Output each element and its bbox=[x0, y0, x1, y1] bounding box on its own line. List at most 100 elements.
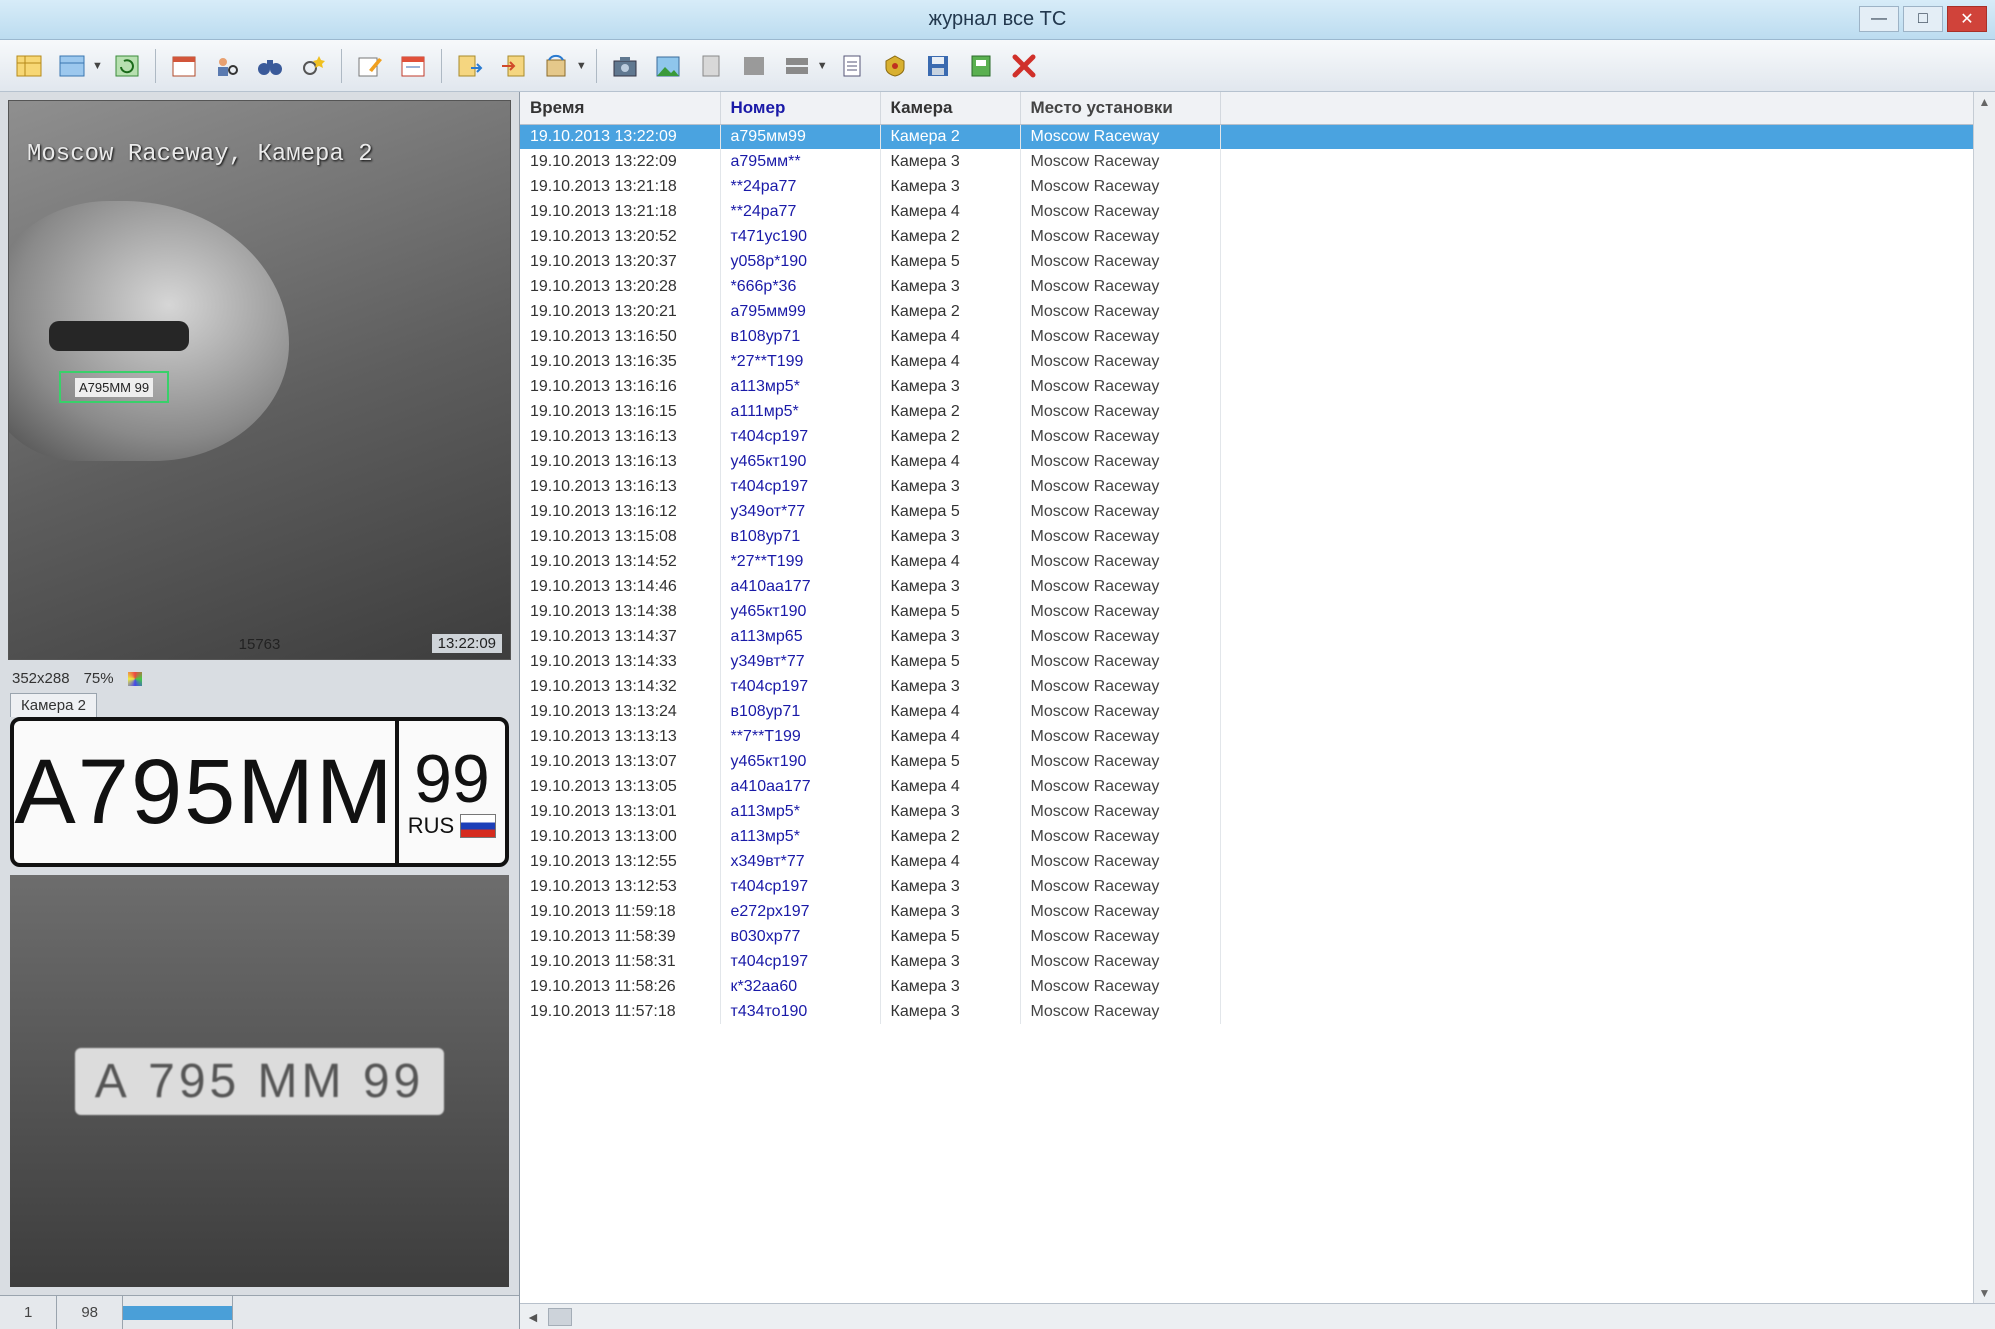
import-icon[interactable] bbox=[494, 47, 532, 85]
horizontal-scrollbar[interactable]: ◄ bbox=[520, 1303, 1995, 1329]
scroll-down-icon[interactable]: ▼ bbox=[1979, 1286, 1991, 1300]
table-row[interactable]: 19.10.2013 13:20:28 *666р*36 Камера 3 Mosco… bbox=[520, 274, 1995, 299]
column-header-number[interactable]: Номер bbox=[720, 92, 881, 125]
document-icon[interactable] bbox=[692, 47, 730, 85]
preview-pane: Moscow Raceway, Камера 2 А795ММ 99 15763… bbox=[0, 92, 520, 1329]
table-row[interactable]: 19.10.2013 11:59:18 е272рх197 Камера 3 Mosc… bbox=[520, 899, 1995, 924]
export-icon[interactable] bbox=[451, 47, 489, 85]
scroll-thumb[interactable] bbox=[547, 1307, 572, 1326]
cell-location: Moscow Raceway bbox=[1020, 649, 1221, 674]
cell-location: Moscow Raceway bbox=[1020, 299, 1221, 324]
table-row[interactable]: 19.10.2013 13:14:46 а410аа177 Камера 3 Mosc… bbox=[520, 574, 1995, 599]
cell-location: Moscow Raceway bbox=[1020, 499, 1221, 524]
cell-number: у465кт190 bbox=[720, 449, 881, 474]
table-row[interactable]: 19.10.2013 11:58:31 т404ср197 Камера 3 Mosc… bbox=[520, 949, 1995, 974]
table-row[interactable]: 19.10.2013 13:16:13 т404ср197 Камера 2 Mosc… bbox=[520, 424, 1995, 449]
search-person-icon[interactable] bbox=[208, 47, 246, 85]
table-row[interactable]: 19.10.2013 13:22:09 а795мм99 Камера 2 Mosco… bbox=[520, 124, 1995, 149]
cell-time: 19.10.2013 13:16:12 bbox=[520, 499, 721, 524]
close-icon[interactable] bbox=[1005, 47, 1043, 85]
table-row[interactable]: 19.10.2013 11:58:39 в030хр77 Камера 5 Mosco… bbox=[520, 924, 1995, 949]
table-row[interactable]: 19.10.2013 13:16:15 а111мр5* Камера 2 Mosco… bbox=[520, 399, 1995, 424]
cell-camera: Камера 2 bbox=[880, 399, 1021, 424]
sync-icon[interactable] bbox=[537, 47, 575, 85]
window-close-button[interactable]: ✕ bbox=[1947, 6, 1987, 32]
cell-time: 19.10.2013 13:22:09 bbox=[520, 149, 721, 174]
cell-time: 19.10.2013 13:21:18 bbox=[520, 174, 721, 199]
chevron-down-icon[interactable]: ▼ bbox=[92, 60, 103, 72]
camera-frame[interactable]: Moscow Raceway, Камера 2 А795ММ 99 15763… bbox=[8, 100, 511, 660]
table-row[interactable]: 19.10.2013 13:16:12 у349от*77 Камера 5 Mosc… bbox=[520, 499, 1995, 524]
table-row[interactable]: 19.10.2013 13:14:37 а113мр65 Камера 3 Mosco… bbox=[520, 624, 1995, 649]
column-header-location[interactable]: Место установки bbox=[1020, 92, 1221, 125]
table-row[interactable]: 19.10.2013 13:14:52 *27**Т199 Камера 4 Mosc… bbox=[520, 549, 1995, 574]
chevron-down-icon[interactable]: ▼ bbox=[817, 60, 828, 72]
table-row[interactable]: 19.10.2013 13:15:08 в108ур71 Камера 3 Mosco… bbox=[520, 524, 1995, 549]
table-dropdown-icon[interactable] bbox=[53, 47, 91, 85]
color-palette-icon[interactable] bbox=[127, 671, 142, 686]
minimize-button[interactable]: — bbox=[1859, 6, 1899, 32]
table-row[interactable]: 19.10.2013 13:22:09 а795мм** Камера 3 Mosco… bbox=[520, 149, 1995, 174]
book-icon[interactable] bbox=[962, 47, 1000, 85]
emblem-icon[interactable] bbox=[876, 47, 914, 85]
table-row[interactable]: 19.10.2013 13:13:05 а410аа177 Камера 4 Mosc… bbox=[520, 774, 1995, 799]
cell-camera: Камера 3 bbox=[880, 974, 1021, 999]
refresh-icon[interactable] bbox=[108, 47, 146, 85]
table-row[interactable]: 19.10.2013 13:21:18 **24ра77 Камера 4 Mosco… bbox=[520, 199, 1995, 224]
log-grid: Время Номер Камера Место установки 19.10… bbox=[520, 92, 1995, 1303]
camera-icon[interactable] bbox=[606, 47, 644, 85]
plate-country-block: RUS bbox=[408, 813, 497, 839]
binoculars-icon[interactable] bbox=[251, 47, 289, 85]
cell-number: **24ра77 bbox=[720, 174, 881, 199]
list-icon[interactable] bbox=[833, 47, 871, 85]
table-row[interactable]: 19.10.2013 13:12:53 т404ср197 Камера 3 Mosc… bbox=[520, 874, 1995, 899]
table-row[interactable]: 19.10.2013 13:13:07 у465кт190 Камера 5 Mosc… bbox=[520, 749, 1995, 774]
table-row[interactable]: 19.10.2013 13:13:24 в108ур71 Камера 4 Mosco… bbox=[520, 699, 1995, 724]
layout-icon[interactable] bbox=[778, 47, 816, 85]
table-row[interactable]: 19.10.2013 13:13:13 **7**Т199 Камера 4 Mosc… bbox=[520, 724, 1995, 749]
scroll-left-icon[interactable]: ◄ bbox=[526, 1309, 540, 1325]
cell-camera: Камера 4 bbox=[880, 699, 1021, 724]
table-row[interactable]: 19.10.2013 13:13:01 а113мр5* Камера 3 Mosco… bbox=[520, 799, 1995, 824]
table-row[interactable]: 19.10.2013 13:21:18 **24ра77 Камера 3 Mosco… bbox=[520, 174, 1995, 199]
vertical-scrollbar[interactable]: ▲ ▼ bbox=[1973, 92, 1995, 1303]
table-row[interactable]: 19.10.2013 13:16:16 а113мр5* Камера 3 Mosco… bbox=[520, 374, 1995, 399]
table-row[interactable]: 19.10.2013 13:20:37 у058р*190 Камера 5 Mosc… bbox=[520, 249, 1995, 274]
grey-square-icon[interactable] bbox=[735, 47, 773, 85]
table-row[interactable]: 19.10.2013 13:16:50 в108ур71 Камера 4 Mosco… bbox=[520, 324, 1995, 349]
cell-camera: Камера 3 bbox=[880, 274, 1021, 299]
table-row[interactable]: 19.10.2013 13:14:32 т404ср197 Камера 3 Mosc… bbox=[520, 674, 1995, 699]
table-row[interactable]: 19.10.2013 13:20:52 т471ус190 Камера 2 Mosc… bbox=[520, 224, 1995, 249]
tab-camera-2[interactable]: Камера 2 bbox=[10, 693, 97, 717]
column-header-time[interactable]: Время bbox=[520, 92, 721, 125]
table-icon[interactable] bbox=[10, 47, 48, 85]
form-icon[interactable] bbox=[394, 47, 432, 85]
table-row[interactable]: 19.10.2013 13:13:00 а113мр5* Камера 2 Mosco… bbox=[520, 824, 1995, 849]
cell-number: в030хр77 bbox=[720, 924, 881, 949]
save-icon[interactable] bbox=[919, 47, 957, 85]
table-row[interactable]: 19.10.2013 11:58:26 к*32аа60 Камера 3 Mosco… bbox=[520, 974, 1995, 999]
cell-blank bbox=[1220, 499, 1995, 524]
cell-blank bbox=[1220, 924, 1995, 949]
scroll-up-icon[interactable]: ▲ bbox=[1979, 95, 1991, 109]
cell-blank bbox=[1220, 224, 1995, 249]
table-row[interactable]: 19.10.2013 11:57:18 т434то190 Камера 3 Mosc… bbox=[520, 999, 1995, 1024]
toolbar-separator bbox=[340, 48, 342, 83]
chevron-down-icon[interactable]: ▼ bbox=[576, 60, 587, 72]
cell-location: Moscow Raceway bbox=[1020, 199, 1221, 224]
title-bar[interactable]: журнал все ТС — □ ✕ bbox=[0, 0, 1995, 40]
calendar-icon[interactable] bbox=[165, 47, 203, 85]
column-header-camera[interactable]: Камера bbox=[880, 92, 1021, 125]
cell-number: у465кт190 bbox=[720, 599, 881, 624]
table-row[interactable]: 19.10.2013 13:16:13 т404ср197 Камера 3 Mosc… bbox=[520, 474, 1995, 499]
edit-icon[interactable] bbox=[351, 47, 389, 85]
table-row[interactable]: 19.10.2013 13:14:33 у349вт*77 Камера 5 Mosc… bbox=[520, 649, 1995, 674]
table-row[interactable]: 19.10.2013 13:16:13 у465кт190 Камера 4 Mosc… bbox=[520, 449, 1995, 474]
search-star-icon[interactable] bbox=[294, 47, 332, 85]
maximize-button[interactable]: □ bbox=[1903, 6, 1943, 32]
table-row[interactable]: 19.10.2013 13:12:55 х349вт*77 Камера 4 Mosc… bbox=[520, 849, 1995, 874]
table-row[interactable]: 19.10.2013 13:20:21 а795мм99 Камера 2 Mosco… bbox=[520, 299, 1995, 324]
table-row[interactable]: 19.10.2013 13:14:38 у465кт190 Камера 5 Mosc… bbox=[520, 599, 1995, 624]
image-icon[interactable] bbox=[649, 47, 687, 85]
table-row[interactable]: 19.10.2013 13:16:35 *27**Т199 Камера 4 Mosc… bbox=[520, 349, 1995, 374]
